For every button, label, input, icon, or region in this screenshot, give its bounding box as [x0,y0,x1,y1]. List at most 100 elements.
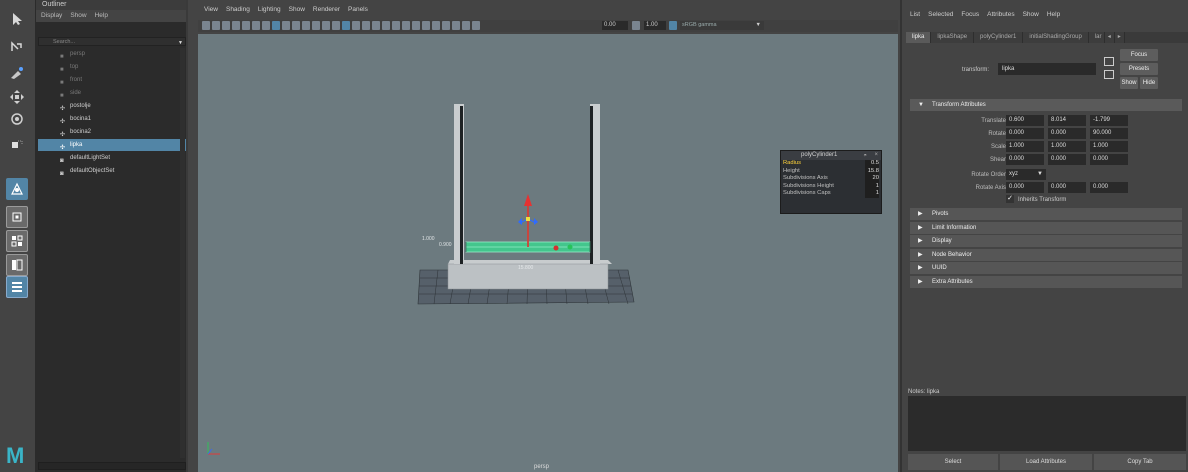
focus-output-icon[interactable] [1104,70,1114,79]
outliner-search-input[interactable]: Search... ▼ [38,37,186,46]
default-material-icon[interactable] [352,21,360,30]
gamma-field[interactable]: 1.00 [644,21,666,30]
viewport-menu-show[interactable]: Show [289,6,305,13]
outliner-item-top[interactable]: ■ top [38,61,186,73]
gate-mask-icon[interactable] [292,21,300,30]
isolate-select-icon[interactable] [432,21,440,30]
section-limit-information[interactable]: ▶ Limit Information [910,221,1182,234]
attr-field-rotate-x[interactable]: 0.000 [1006,128,1044,139]
view-transform-icon[interactable] [669,21,677,30]
textured-icon[interactable] [362,21,370,30]
3d-viewport[interactable]: 1.000 0.900 15.800 persp [198,34,898,472]
depth-of-field-icon[interactable] [422,21,430,30]
grease-pencil-icon[interactable] [242,21,250,30]
poly-cylinder-row-value[interactable]: 20 [865,175,879,183]
scale-tool-icon[interactable] [6,134,28,156]
outliner-item-postolje[interactable]: ✣ postolje [38,100,186,112]
tab-lambert[interactable]: lar [1088,32,1105,43]
bookmark-icon[interactable] [222,21,230,30]
attr-field-translate-x[interactable]: 0.600 [1006,115,1044,126]
outliner-scrollbar[interactable] [180,48,185,458]
film-gate-icon[interactable] [272,21,280,30]
attr-field-shear-x[interactable]: 0.000 [1006,154,1044,165]
smooth-shade-icon[interactable] [342,21,350,30]
tab-scroll-left-icon[interactable]: ◂ [1104,32,1115,43]
outliner-item-side[interactable]: ■ side [38,87,186,99]
outliner-item-persp[interactable]: ■ persp [38,48,186,60]
outliner-horizontal-scrollbar[interactable] [38,462,186,470]
lasso-tool-icon[interactable] [6,38,28,60]
poly-cylinder-row[interactable]: Subdivisions Height 1 [781,182,881,190]
section-uuid[interactable]: ▶ UUID [910,262,1182,274]
camera-select-icon[interactable] [202,21,210,30]
tab-initial-shading-group[interactable]: initialShadingGroup [1023,32,1089,43]
ae-menu-list[interactable]: List [910,11,920,18]
notes-textarea[interactable] [908,396,1186,451]
show-button[interactable]: Show [1120,77,1138,89]
motion-blur-icon[interactable] [402,21,410,30]
load-attributes-button[interactable]: Load Attributes [1000,454,1092,470]
xray-active-icon[interactable] [462,21,470,30]
ae-menu-show[interactable]: Show [1023,11,1039,18]
focus-input-icon[interactable] [1104,57,1114,66]
poly-cylinder-row[interactable]: Height 15.8 [781,167,881,175]
section-node-behavior[interactable]: ▶ Node Behavior [910,248,1182,261]
select-button[interactable]: Select [908,454,998,470]
last-tool-icon[interactable] [6,276,28,298]
poly-cylinder-row[interactable]: Subdivisions Caps 1 [781,190,881,198]
tab-scroll-right-icon[interactable]: ▸ [1114,32,1125,43]
select-tool-icon[interactable] [6,8,28,30]
tab-poly-cylinder[interactable]: polyCylinder1 [974,32,1024,43]
wireframe-icon[interactable] [332,21,340,30]
presets-button[interactable]: Presets [1120,63,1158,75]
outliner-menu-show[interactable]: Show [70,10,86,22]
attr-field-scale-x[interactable]: 1.000 [1006,141,1044,152]
anti-alias-icon[interactable] [412,21,420,30]
single-perspective-view-icon[interactable] [6,178,28,200]
outliner-menu-display[interactable]: Display [41,10,62,22]
poly-cylinder-row-value[interactable]: 1 [865,182,879,190]
ae-menu-selected[interactable]: Selected [928,11,953,18]
outliner-item-bocina2[interactable]: ✣ bocina2 [38,126,186,138]
outliner-item-defaultLightSet[interactable]: ◙ defaultLightSet [38,152,186,164]
viewport-menu-view[interactable]: View [204,6,218,13]
chevron-down-icon[interactable]: ▼ [178,39,183,47]
poly-cylinder-row-value[interactable]: 0.5 [865,160,879,168]
attr-field-rotate-z[interactable]: 90.000 [1090,128,1128,139]
paint-select-tool-icon[interactable] [6,62,28,84]
viewport-menu-shading[interactable]: Shading [226,6,250,13]
ambient-occlusion-icon[interactable] [392,21,400,30]
resolution-gate-icon[interactable] [282,21,290,30]
outliner-item-bocina1[interactable]: ✣ bocina1 [38,113,186,125]
attr-field-rotate-y[interactable]: 0.000 [1048,128,1086,139]
rotate-axis-z-field[interactable]: 0.000 [1090,182,1128,193]
bocina1-mesh[interactable] [454,104,464,264]
field-chart-icon[interactable] [302,21,310,30]
rotate-axis-x-field[interactable]: 0.000 [1006,182,1044,193]
rotate-order-select[interactable]: xyz ▼ [1006,169,1046,180]
outliner-item-front[interactable]: ■ front [38,74,186,86]
poly-cylinder-row[interactable]: Radius 0.5 [781,160,881,168]
viewport-menu-renderer[interactable]: Renderer [313,6,340,13]
hide-button[interactable]: Hide [1140,77,1158,89]
attr-field-translate-z[interactable]: -1.799 [1090,115,1128,126]
attr-field-shear-y[interactable]: 0.000 [1048,154,1086,165]
section-display[interactable]: ▶ Display [910,235,1182,247]
safe-title-icon[interactable] [322,21,330,30]
transform-attributes-section[interactable]: ▼ Transform Attributes [910,99,1182,111]
exposure-field[interactable]: 0.00 [602,21,628,30]
attr-field-translate-y[interactable]: 8.014 [1048,115,1086,126]
tab-lipka-shape[interactable]: lipkaShape [931,32,975,43]
lights-icon[interactable] [372,21,380,30]
copy-tab-button[interactable]: Copy Tab [1094,454,1186,470]
2d-pan-zoom-icon[interactable] [252,21,260,30]
transform-name-input[interactable]: lipka [998,63,1096,75]
gamma-icon[interactable] [632,21,640,30]
rotate-tool-icon[interactable] [6,108,28,130]
rotate-axis-y-field[interactable]: 0.000 [1048,182,1086,193]
viewport-menu-panels[interactable]: Panels [348,6,368,13]
section-pivots[interactable]: ▶ Pivots [910,208,1182,220]
image-plane-icon[interactable] [232,21,240,30]
outliner-persp-layout-icon[interactable] [6,254,28,276]
viewport-menu-lighting[interactable]: Lighting [258,6,281,13]
